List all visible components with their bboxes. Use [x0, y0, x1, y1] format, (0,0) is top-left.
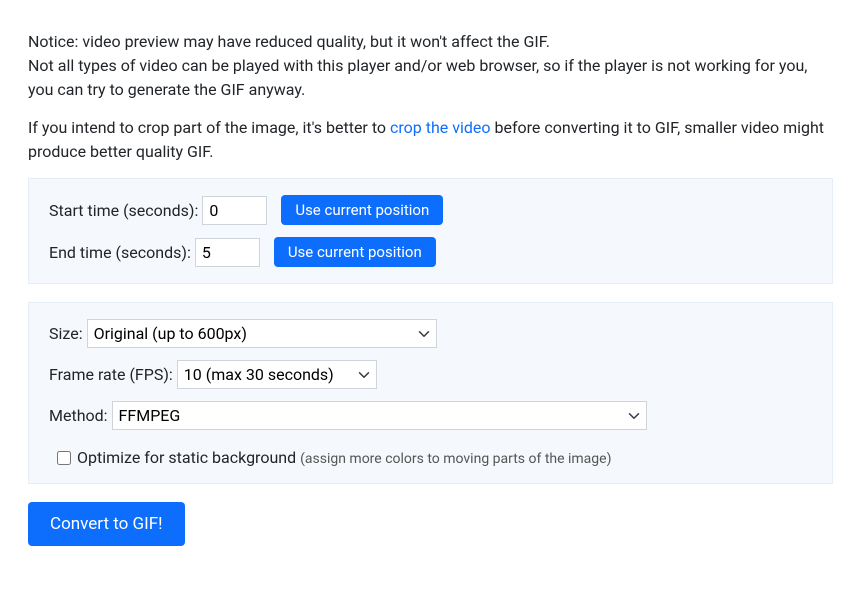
optimize-checkbox-label[interactable]: Optimize for static background (assign m… [77, 448, 611, 467]
notice-line1: Notice: video preview may have reduced q… [28, 32, 550, 51]
end-time-label: End time (seconds): [49, 243, 191, 262]
size-select[interactable]: Original (up to 600px) [87, 319, 437, 348]
start-time-input[interactable] [202, 196, 267, 225]
optimize-checkbox[interactable] [57, 451, 71, 465]
options-panel: Size: Original (up to 600px) Frame rate … [28, 302, 833, 484]
convert-button[interactable]: Convert to GIF! [28, 502, 185, 546]
notice-line2: Not all types of video can be played wit… [28, 56, 807, 99]
size-label: Size: [49, 324, 83, 343]
end-use-current-button[interactable]: Use current position [274, 237, 436, 267]
optimize-label-text: Optimize for static background [77, 448, 300, 467]
fps-label: Frame rate (FPS): [49, 365, 173, 384]
time-panel: Start time (seconds): Use current positi… [28, 178, 833, 284]
crop-text-pre: If you intend to crop part of the image,… [28, 118, 390, 137]
start-use-current-button[interactable]: Use current position [281, 195, 443, 225]
method-select[interactable]: FFMPEG [112, 401, 647, 430]
optimize-hint: (assign more colors to moving parts of t… [300, 451, 611, 467]
notice-block: Notice: video preview may have reduced q… [28, 30, 833, 164]
method-label: Method: [49, 406, 108, 425]
crop-video-link[interactable]: crop the video [390, 118, 491, 137]
end-time-input[interactable] [195, 238, 260, 267]
fps-select[interactable]: 10 (max 30 seconds) [177, 360, 377, 389]
start-time-label: Start time (seconds): [49, 201, 198, 220]
